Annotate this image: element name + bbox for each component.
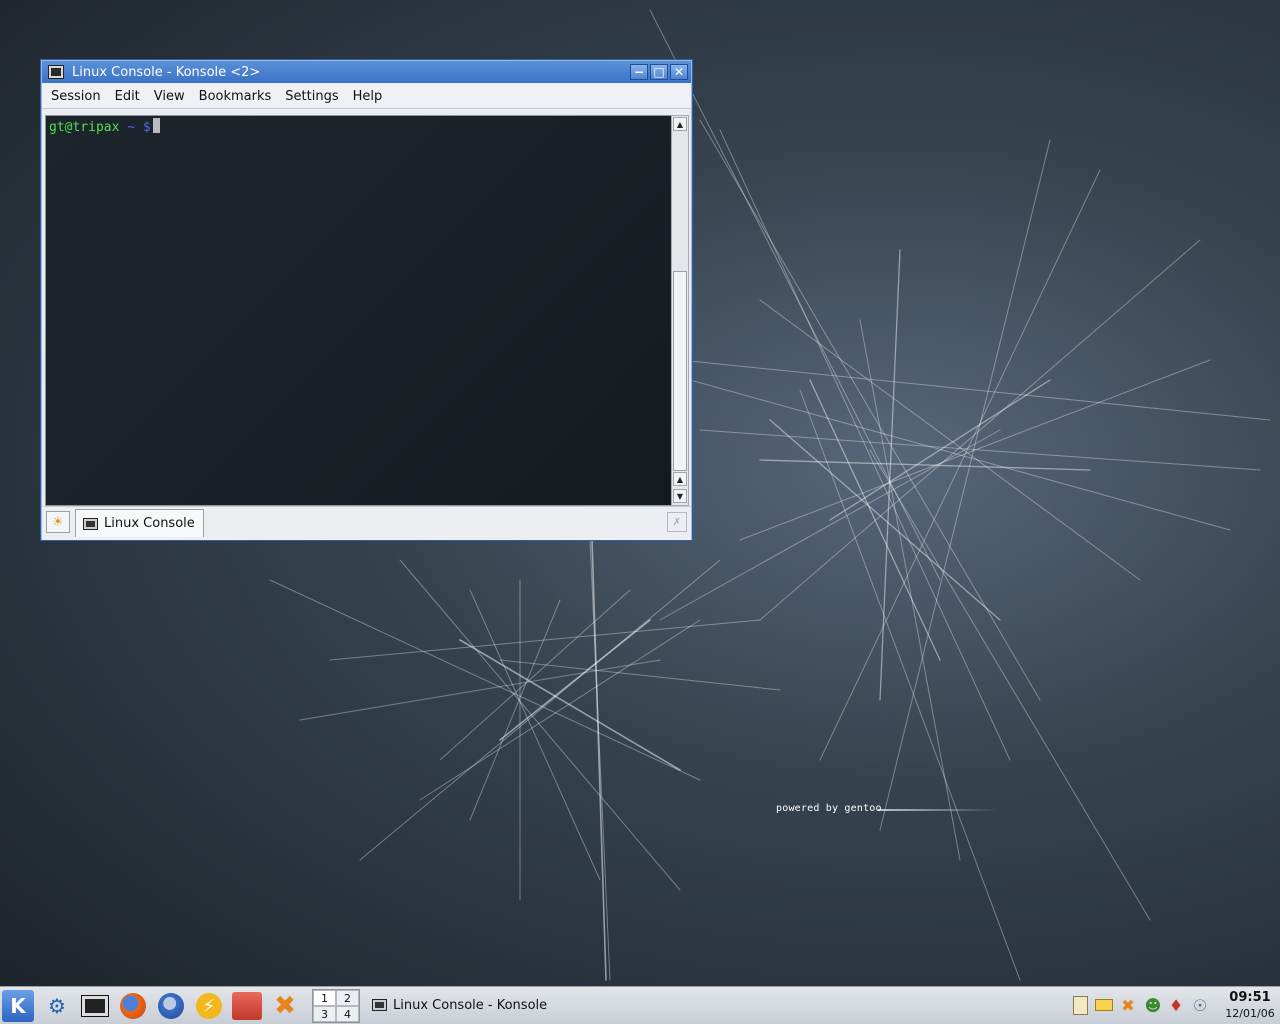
task-label: Linux Console - Konsole (393, 997, 548, 1013)
email-tray-button[interactable] (1094, 994, 1114, 1016)
clock-date: 12/01/06 (1225, 1007, 1275, 1020)
kde-panel: K ⚙ ⚡ ✖ 1 2 3 4 Linux Console - Konsole … (0, 986, 1280, 1024)
pager-desktop-1[interactable]: 1 (313, 990, 336, 1006)
user-tray-button[interactable]: ☻ (1143, 994, 1163, 1016)
new-session-icon: ☀ (52, 514, 64, 530)
konsole-launcher[interactable] (78, 990, 112, 1022)
menu-session[interactable]: Session (44, 89, 108, 104)
new-session-button[interactable]: ☀ (46, 511, 70, 533)
pager-desktop-2[interactable]: 2 (336, 990, 359, 1006)
thunderbird-icon (158, 993, 184, 1019)
powered-by-gentoo-text: powered by gentoo (776, 803, 882, 814)
firefox-launcher[interactable] (116, 990, 150, 1022)
pager-desktop-4[interactable]: 4 (336, 1006, 359, 1022)
prompt-user-host: gt@tripax (49, 120, 120, 135)
klipper-icon (1072, 995, 1088, 1015)
window-buttons: − □ ✕ (630, 64, 688, 80)
minimize-icon: − (633, 65, 645, 79)
session-tabbar: ☀ Linux Console ✗ (42, 506, 691, 540)
tab-linux-console[interactable]: Linux Console (75, 509, 204, 537)
firefox-icon (120, 993, 146, 1019)
close-icon: ✕ (673, 65, 685, 79)
user-icon: ☻ (1144, 995, 1162, 1015)
tab-label: Linux Console (104, 516, 195, 531)
thunderbird-launcher[interactable] (154, 990, 188, 1022)
prompt-path: ~ $ (127, 120, 151, 135)
scroll-up-button-lower[interactable]: ▲ (673, 472, 687, 486)
lightning-icon: ⚡ (196, 993, 222, 1019)
arrow-up-icon: ▲ (676, 474, 684, 484)
update-icon: ☉ (1192, 995, 1208, 1015)
desktop-pager: 1 2 3 4 (312, 989, 360, 1023)
scroll-up-button[interactable]: ▲ (673, 117, 687, 131)
scroll-thumb[interactable] (673, 271, 687, 471)
menu-help[interactable]: Help (346, 89, 390, 104)
maximize-icon: □ (653, 65, 665, 79)
powered-by-underline (878, 809, 998, 811)
konsole-icon[interactable] (48, 65, 64, 79)
clock[interactable]: 09:51 12/01/06 (1222, 989, 1278, 1023)
window-titlebar[interactable]: Linux Console - Konsole <2> − □ ✕ (42, 61, 691, 83)
text-cursor (152, 118, 160, 133)
menubar: Session Edit View Bookmarks Settings Hel… (42, 84, 691, 109)
terminal-icon (372, 999, 387, 1011)
konsole-icon (81, 995, 109, 1017)
menu-settings[interactable]: Settings (278, 89, 345, 104)
clock-time: 09:51 (1229, 990, 1271, 1005)
tools-icon: ✖ (274, 991, 296, 1021)
window-title: Linux Console - Konsole <2> (72, 64, 261, 80)
klipper-tray-button[interactable] (1070, 994, 1090, 1016)
arrow-down-icon: ▼ (676, 491, 684, 501)
close-session-button[interactable]: ✗ (667, 512, 687, 532)
close-session-icon: ✗ (672, 516, 682, 528)
tools-launcher[interactable]: ✖ (268, 990, 302, 1022)
menu-edit[interactable]: Edit (108, 89, 147, 104)
pager-desktop-3[interactable]: 3 (313, 1006, 336, 1022)
konqueror-launcher[interactable]: ⚙ (40, 990, 74, 1022)
lightning-launcher[interactable]: ⚡ (192, 990, 226, 1022)
audio-player-launcher[interactable] (230, 990, 264, 1022)
email-icon (1095, 999, 1113, 1011)
kde-menu-icon: K (10, 994, 26, 1018)
audio-player-icon (232, 992, 262, 1020)
app-icon: ♦ (1168, 995, 1184, 1015)
maximize-button[interactable]: □ (650, 64, 668, 80)
konqueror-icon: ⚙ (48, 994, 66, 1018)
terminal-area[interactable]: gt@tripax ~ $ (45, 115, 673, 506)
taskbar-task-konsole[interactable]: Linux Console - Konsole (366, 990, 566, 1020)
update-tray-button[interactable]: ☉ (1190, 994, 1210, 1016)
terminal-scrollbar[interactable]: ▲ ▲ ▼ (671, 115, 689, 506)
minimize-button[interactable]: − (630, 64, 648, 80)
network-icon: ✖ (1121, 995, 1135, 1015)
network-tray-button[interactable]: ✖ (1118, 994, 1138, 1016)
menu-view[interactable]: View (147, 89, 192, 104)
terminal-icon (83, 517, 98, 530)
scroll-down-button[interactable]: ▼ (673, 489, 687, 503)
menu-bookmarks[interactable]: Bookmarks (192, 89, 279, 104)
app-tray-button[interactable]: ♦ (1166, 994, 1186, 1016)
konsole-window[interactable]: Linux Console - Konsole <2> − □ ✕ Sessio… (40, 59, 693, 541)
close-button[interactable]: ✕ (670, 64, 688, 80)
arrow-up-icon: ▲ (676, 119, 684, 129)
kde-menu-button[interactable]: K (2, 990, 34, 1022)
